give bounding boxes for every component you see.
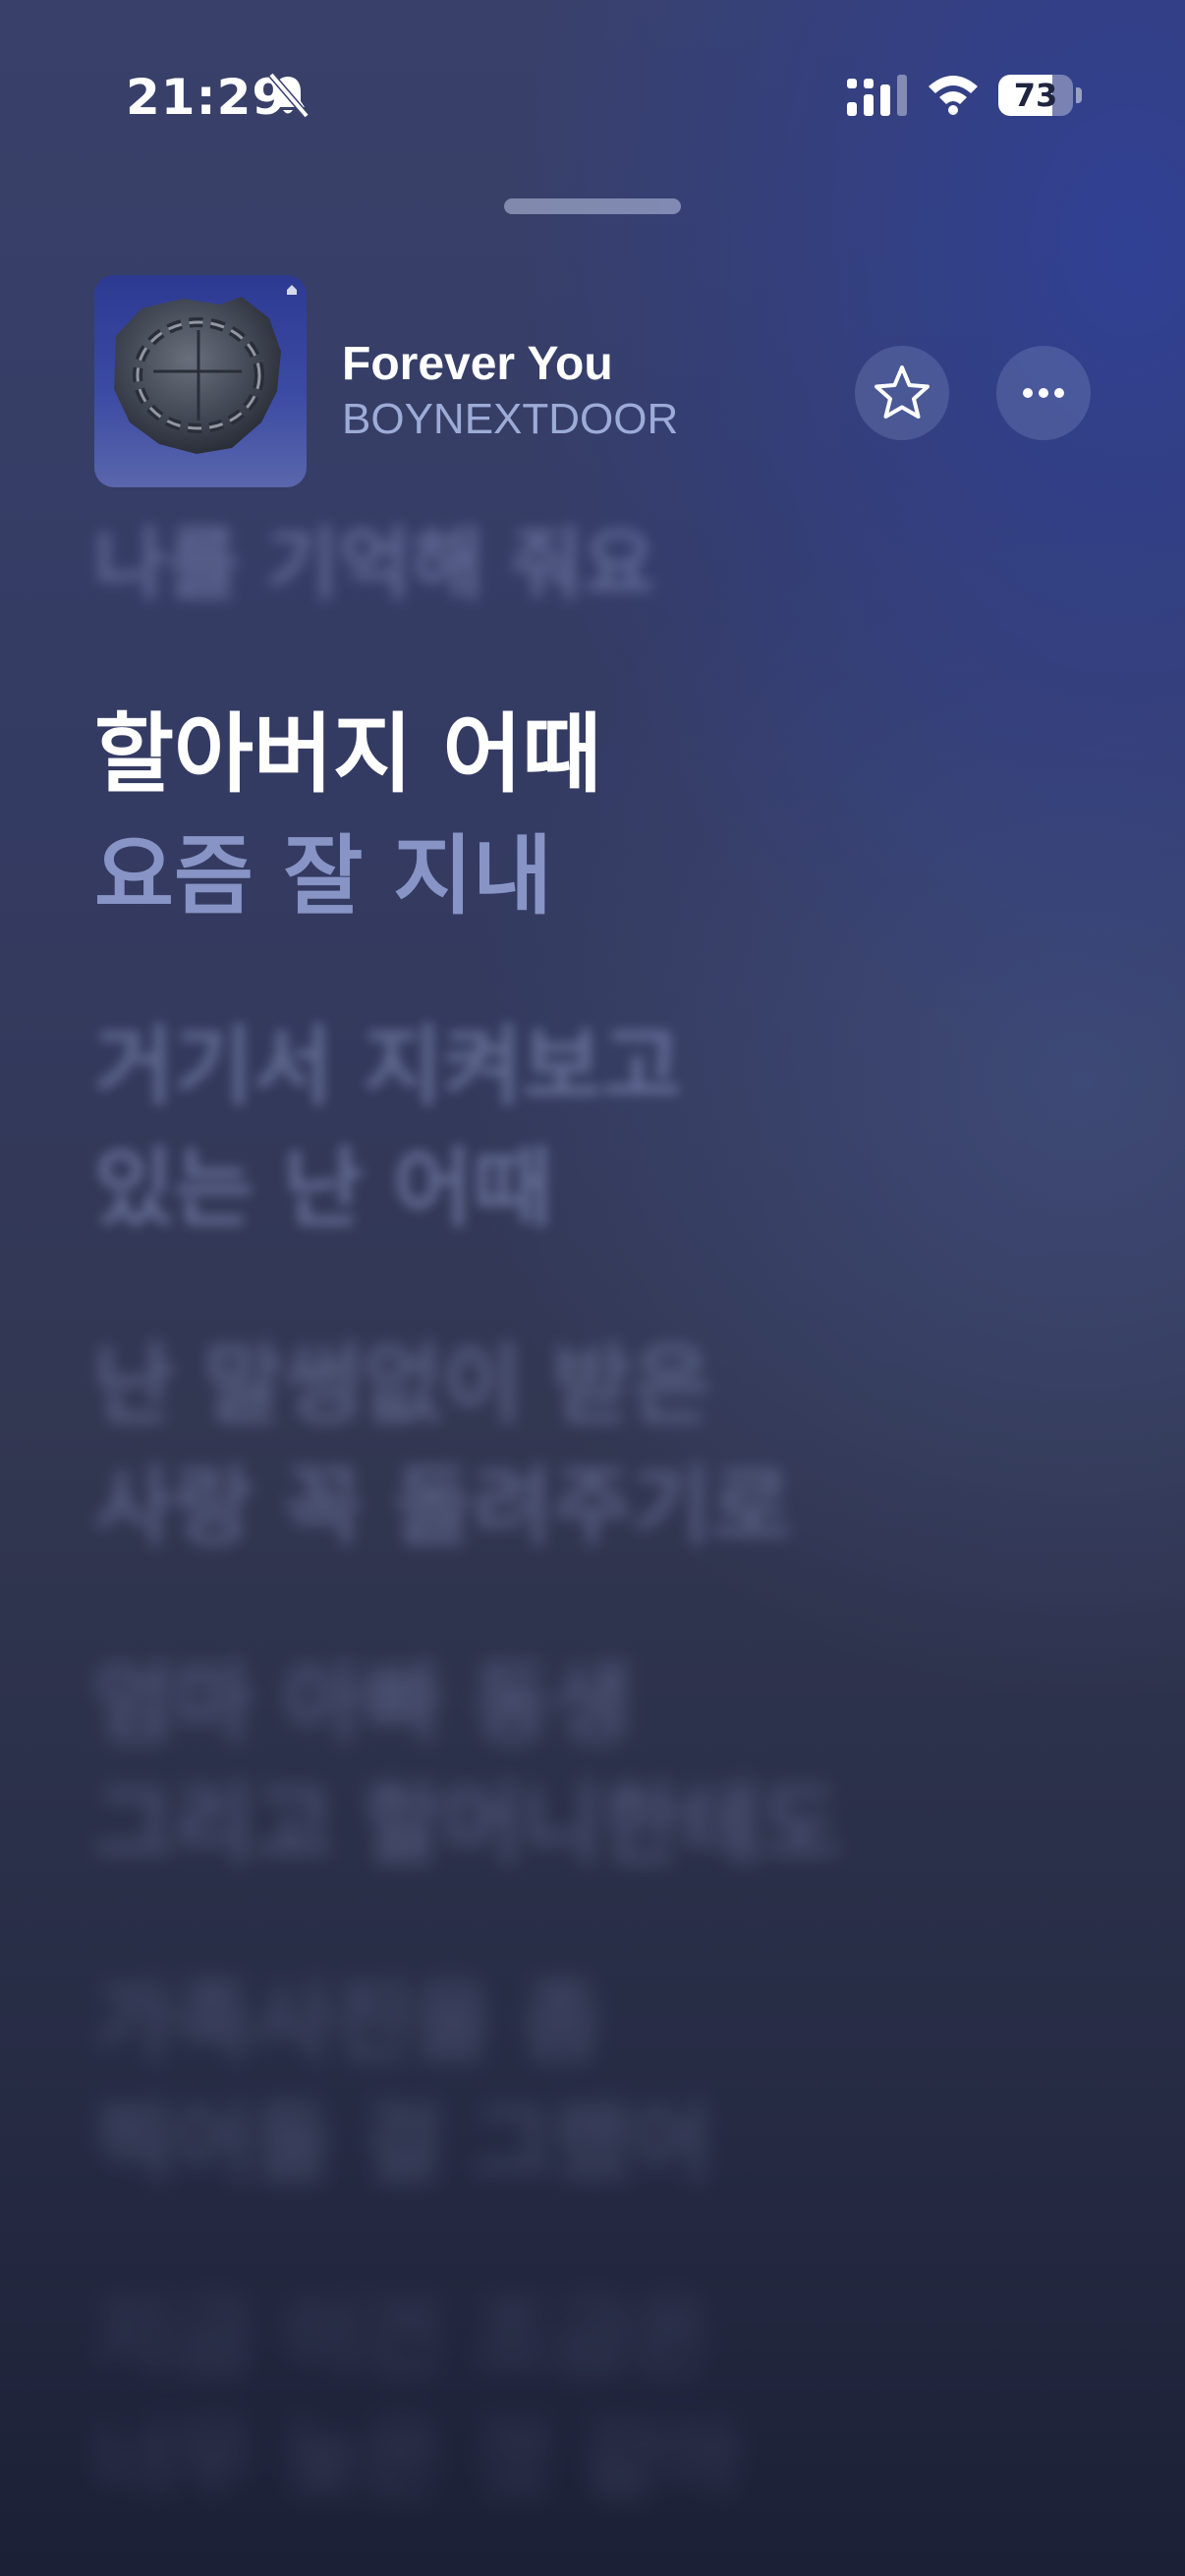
lyric-line-upcoming[interactable]: 지금 이건 조금은 너무 늦은 것 같아 [94,2277,742,2521]
lyric-text: 있는 난 어때 [94,1138,553,1239]
battery-icon: 73 [998,75,1073,116]
sheet-grabber[interactable] [504,198,681,214]
lyric-line-previous[interactable]: 나를 기억해 줘요 [94,511,655,619]
lyric-text: 거기서 지켜보고 [94,1016,682,1117]
favorite-button[interactable] [855,346,949,440]
lyric-text: 찍어둘 걸 그랬어 [94,2093,711,2194]
wifi-icon [929,76,978,115]
lyric-text: 사랑 꼭 돌려주기로 [94,1456,791,1557]
lyric-text: 나를 기억해 줘요 [94,519,655,610]
more-options-button[interactable] [996,346,1091,440]
lyric-line-upcoming[interactable]: 가족사진을 좀 찍어둘 걸 그랬어 [94,1961,711,2205]
bell-slash-icon [268,72,310,119]
lyric-text: 엄마 아빠 동생 [94,1652,633,1754]
ellipsis-icon [1023,388,1064,398]
lyric-text: 그리고 할머니한테도 [94,1774,841,1876]
star-outline-icon [875,365,930,419]
lyric-text-active-second: 요즘 잘 지내 [94,825,553,926]
status-bar: 21:29 73 [0,0,1185,196]
lyric-text-active: 할아버지 어때 [94,703,602,805]
lyric-text: 너무 늦은 것 같아 [94,2409,742,2510]
album-art-stone-image [114,297,281,454]
lyric-line-upcoming[interactable]: 난 말썽없이 받은 사랑 꼭 돌려주기로 [94,1324,791,1568]
lyric-line-current[interactable]: 할아버지 어때 요즘 잘 지내 [94,694,601,937]
song-title[interactable]: Forever You [342,337,613,391]
album-art[interactable] [94,275,307,487]
cellular-signal-icon [847,75,907,116]
artist-name[interactable]: BOYNEXTDOOR [342,395,678,444]
lyric-line-upcoming[interactable]: 거기서 지켜보고 있는 난 어때 [94,1006,681,1250]
lyric-line-upcoming[interactable]: 엄마 아빠 동생 그리고 할머니한테도 [94,1643,840,1886]
lyric-text: 지금 이건 조금은 [94,2287,711,2388]
status-time: 21:29 [126,69,288,126]
battery-level: 73 [1013,77,1058,114]
album-badge-icon [287,285,297,295]
lyric-text: 난 말썽없이 받은 [94,1334,711,1435]
lyric-text: 가족사진을 좀 [94,1971,602,2072]
battery-cap [1076,87,1082,103]
